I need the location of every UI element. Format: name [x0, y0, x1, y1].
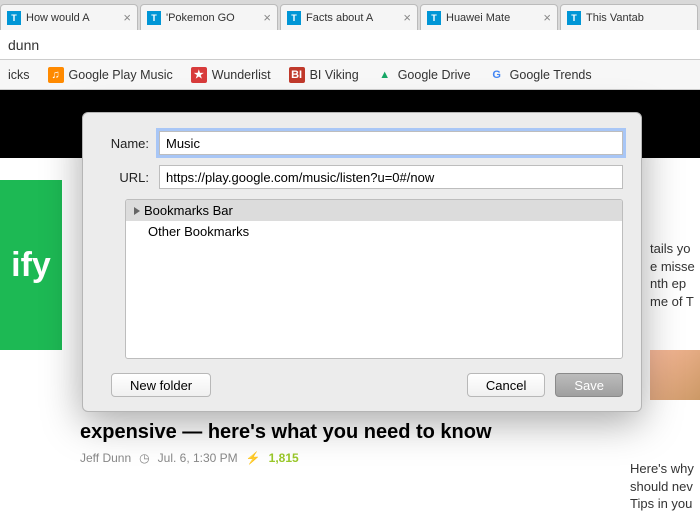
- close-icon[interactable]: ×: [123, 10, 131, 25]
- favicon-icon: T: [567, 11, 581, 25]
- tab-title: Huawei Mate: [446, 12, 539, 24]
- bookmark-item[interactable]: icks: [8, 68, 30, 82]
- favicon-icon: T: [427, 11, 441, 25]
- bookmark-label: BI Viking: [310, 68, 359, 82]
- browser-tab[interactable]: T This Vantab: [560, 4, 698, 30]
- music-icon: ♫: [48, 67, 64, 83]
- bookmark-label: Wunderlist: [212, 68, 271, 82]
- disclosure-triangle-icon[interactable]: [134, 207, 140, 215]
- close-icon[interactable]: ×: [263, 10, 271, 25]
- url-label: URL:: [101, 170, 159, 185]
- bookmark-label: Google Drive: [398, 68, 471, 82]
- folder-label: Other Bookmarks: [148, 224, 249, 239]
- tab-title: 'Pokemon GO: [166, 12, 259, 24]
- folder-list[interactable]: Bookmarks Bar Other Bookmarks: [125, 199, 623, 359]
- browser-tab[interactable]: T 'Pokemon GO ×: [140, 4, 278, 30]
- sidebar-text-fragment: tails yo e misse nth ep me of T: [650, 240, 700, 310]
- tab-title: This Vantab: [586, 12, 691, 24]
- bolt-icon: ⚡: [246, 451, 261, 465]
- drive-icon: ▲: [377, 67, 393, 83]
- spotify-text: ify: [11, 246, 51, 285]
- bookmark-item[interactable]: ♫ Google Play Music: [48, 67, 173, 83]
- favicon-icon: T: [147, 11, 161, 25]
- article-meta: Jeff Dunn ◷ Jul. 6, 1:30 PM ⚡ 1,815: [80, 451, 600, 465]
- url-text: dunn: [8, 37, 39, 53]
- tab-title: Facts about A: [306, 12, 399, 24]
- favicon-icon: T: [287, 11, 301, 25]
- folder-label: Bookmarks Bar: [144, 203, 233, 218]
- close-icon[interactable]: ×: [543, 10, 551, 25]
- article-card[interactable]: expensive — here's what you need to know…: [80, 420, 600, 465]
- bookmark-name-input[interactable]: [159, 131, 623, 155]
- sidebar-thumbnail: [650, 350, 700, 400]
- save-button[interactable]: Save: [555, 373, 623, 397]
- folder-item[interactable]: Other Bookmarks: [126, 221, 622, 242]
- tab-title: How would A: [26, 12, 119, 24]
- bookmarks-bar: icks ♫ Google Play Music ★ Wunderlist BI…: [0, 60, 700, 90]
- bookmark-item[interactable]: ▲ Google Drive: [377, 67, 471, 83]
- article-author: Jeff Dunn: [80, 451, 131, 465]
- folder-item[interactable]: Bookmarks Bar: [126, 200, 622, 221]
- close-icon[interactable]: ×: [403, 10, 411, 25]
- star-icon: ★: [191, 67, 207, 83]
- clock-icon: ◷: [139, 451, 149, 465]
- favicon-icon: T: [7, 11, 21, 25]
- bi-icon: BI: [289, 67, 305, 83]
- bookmark-dialog: Name: URL: Bookmarks Bar Other Bookmarks…: [82, 112, 642, 412]
- tab-strip: T How would A × T 'Pokemon GO × T Facts …: [0, 0, 700, 30]
- name-label: Name:: [101, 136, 159, 151]
- bookmark-label: Google Trends: [510, 68, 592, 82]
- browser-tab[interactable]: T How would A ×: [0, 4, 138, 30]
- sidebar-text-fragment: Here's why should nev Tips in you: [630, 460, 700, 513]
- article-views: 1,815: [269, 451, 299, 465]
- new-folder-button[interactable]: New folder: [111, 373, 211, 397]
- address-bar[interactable]: dunn: [0, 30, 700, 60]
- google-icon: G: [489, 67, 505, 83]
- browser-tab[interactable]: T Huawei Mate ×: [420, 4, 558, 30]
- article-headline: expensive — here's what you need to know: [80, 420, 600, 445]
- bookmark-item[interactable]: BI BI Viking: [289, 67, 359, 83]
- article-timestamp: Jul. 6, 1:30 PM: [158, 451, 238, 465]
- browser-tab[interactable]: T Facts about A ×: [280, 4, 418, 30]
- spotify-thumbnail: ify: [0, 180, 62, 350]
- bookmark-item[interactable]: G Google Trends: [489, 67, 592, 83]
- bookmark-item[interactable]: ★ Wunderlist: [191, 67, 271, 83]
- cancel-button[interactable]: Cancel: [467, 373, 545, 397]
- bookmark-url-input[interactable]: [159, 165, 623, 189]
- bookmark-label: icks: [8, 68, 30, 82]
- bookmark-label: Google Play Music: [69, 68, 173, 82]
